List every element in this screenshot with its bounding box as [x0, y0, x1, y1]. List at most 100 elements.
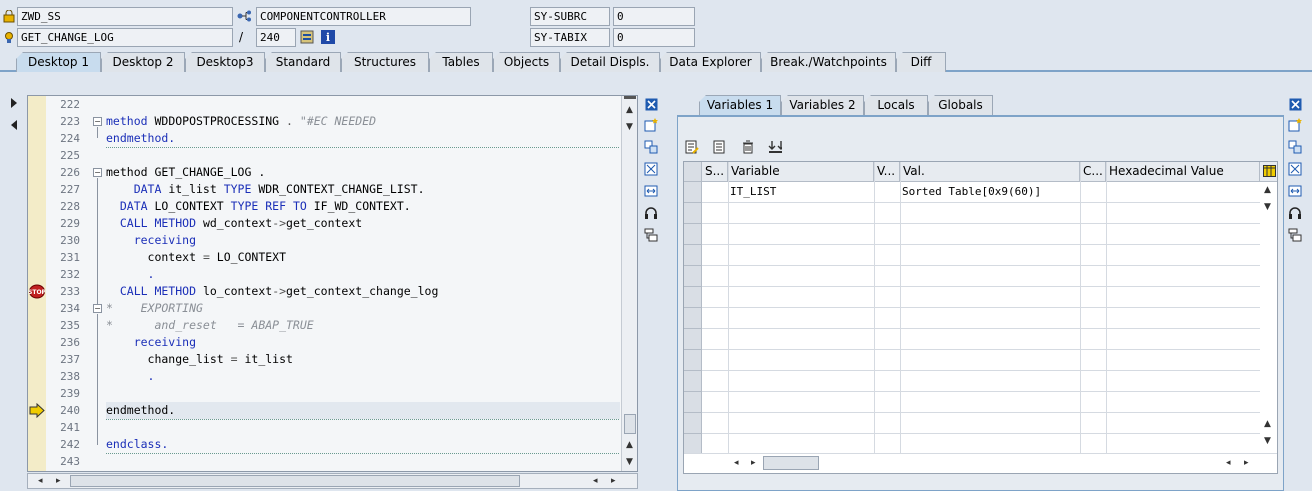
tab-structures[interactable]: Structures: [341, 52, 429, 72]
table-row[interactable]: [684, 224, 1277, 245]
column-header-s[interactable]: S...: [702, 162, 728, 182]
row-selector[interactable]: [684, 413, 702, 434]
headset-icon[interactable]: [644, 206, 658, 220]
method-field[interactable]: GET_CHANGE_LOG: [17, 28, 233, 47]
table-row[interactable]: [684, 266, 1277, 287]
scroll-down-arrow-icon[interactable]: ▼: [626, 123, 633, 132]
breakpoint-icon[interactable]: STOP: [28, 284, 47, 299]
table-row[interactable]: [684, 371, 1277, 392]
row-selector[interactable]: [684, 224, 702, 245]
tab-objects[interactable]: Objects: [493, 52, 560, 72]
swap-icon[interactable]: [1288, 140, 1302, 154]
scroll-left-arrow-icon[interactable]: ◂: [38, 477, 43, 486]
scroll-right-arrow-icon[interactable]: ▸: [751, 459, 756, 468]
maximize-icon[interactable]: [644, 162, 658, 176]
scroll-down-arrow-icon[interactable]: ▼: [1264, 203, 1271, 212]
info-icon[interactable]: i: [321, 30, 335, 44]
editor-hscroll-thumb[interactable]: [70, 475, 520, 487]
program-field[interactable]: ZWD_SS: [17, 7, 233, 26]
headset-icon[interactable]: [1288, 206, 1302, 220]
grid-hscroll-thumb[interactable]: [763, 456, 819, 470]
tab-locals[interactable]: Locals: [864, 95, 928, 115]
row-selector[interactable]: [684, 329, 702, 350]
scroll-right-arrow-icon[interactable]: ▸: [56, 477, 61, 486]
tab-variables-1[interactable]: Variables 1: [699, 95, 781, 115]
swap-icon[interactable]: [644, 140, 658, 154]
scroll-left-arrow-icon[interactable]: ◂: [1226, 459, 1231, 468]
tab-desktop-2[interactable]: Desktop 2: [101, 52, 185, 72]
full-width-icon[interactable]: [644, 184, 658, 198]
close-icon[interactable]: [1288, 97, 1302, 111]
tab-breakpoints-watchpoints[interactable]: Break./Watchpoints: [761, 52, 896, 72]
row-selector[interactable]: [684, 434, 702, 455]
row-selector[interactable]: [684, 245, 702, 266]
table-row[interactable]: [684, 392, 1277, 413]
row-selector[interactable]: [684, 287, 702, 308]
sysvar1-value[interactable]: 0: [613, 7, 695, 26]
table-row[interactable]: [684, 203, 1277, 224]
row-selector[interactable]: [684, 203, 702, 224]
source-code-editor[interactable]: 222 223 224 225 226 227 228 229 230 231 …: [27, 95, 638, 472]
sort-icon[interactable]: [768, 140, 782, 154]
column-header-value[interactable]: Val.: [900, 162, 1080, 182]
grid-vertical-scrollbar[interactable]: ▲ ▼ ▲ ▼: [1260, 182, 1277, 453]
tab-data-explorer[interactable]: Data Explorer: [660, 52, 761, 72]
fold-toggle[interactable]: −: [93, 168, 102, 177]
expand-right-icon[interactable]: [7, 96, 21, 110]
scroll-left-arrow-icon[interactable]: ◂: [593, 477, 598, 486]
tab-globals[interactable]: Globals: [928, 95, 993, 115]
cell-value[interactable]: Sorted Table[0x9(60)]: [900, 182, 1080, 203]
scroll-right-arrow-icon[interactable]: ▸: [611, 477, 616, 486]
close-icon[interactable]: [644, 97, 658, 111]
tab-tables[interactable]: Tables: [429, 52, 493, 72]
column-header-variable[interactable]: Variable: [728, 162, 874, 182]
layout-icon[interactable]: [1288, 228, 1302, 242]
scroll-right-arrow-icon[interactable]: ▸: [1244, 459, 1249, 468]
table-row[interactable]: [684, 413, 1277, 434]
tab-standard[interactable]: Standard: [265, 52, 341, 72]
row-selector[interactable]: [684, 182, 702, 203]
tab-detail-displs[interactable]: Detail Displs.: [560, 52, 660, 72]
tab-desktop-1[interactable]: Desktop 1: [16, 52, 101, 72]
row-selector-header[interactable]: [684, 162, 702, 182]
fold-toggle[interactable]: −: [93, 117, 102, 126]
scroll-down-arrow-icon[interactable]: ▼: [1264, 437, 1271, 446]
column-header-hexadecimal[interactable]: Hexadecimal Value: [1106, 162, 1260, 182]
delete-icon[interactable]: [741, 140, 755, 154]
cell-variable[interactable]: IT_LIST: [728, 182, 874, 203]
scroll-left-arrow-icon[interactable]: ◂: [734, 459, 739, 468]
include-field[interactable]: COMPONENTCONTROLLER: [256, 7, 471, 26]
tab-diff[interactable]: Diff: [896, 52, 946, 72]
column-settings-icon[interactable]: [1260, 162, 1277, 182]
column-header-v[interactable]: V...: [874, 162, 900, 182]
row-selector[interactable]: [684, 266, 702, 287]
table-row[interactable]: [684, 287, 1277, 308]
layout-icon[interactable]: [644, 228, 658, 242]
grid-horizontal-scrollbar[interactable]: ◂ ▸ ◂ ▸: [684, 453, 1277, 473]
editor-vertical-scrollbar[interactable]: ▲ ▼ ▲ ▼: [621, 96, 637, 471]
sysvar2-value[interactable]: 0: [613, 28, 695, 47]
column-header-c[interactable]: C...: [1080, 162, 1106, 182]
row-selector[interactable]: [684, 371, 702, 392]
scroll-up-arrow-icon[interactable]: ▲: [626, 106, 633, 115]
row-selector[interactable]: [684, 350, 702, 371]
tab-variables-2[interactable]: Variables 2: [781, 95, 864, 115]
editor-horizontal-scrollbar[interactable]: ◂ ▸ ◂ ▸: [27, 473, 638, 489]
row-selector[interactable]: [684, 392, 702, 413]
detail-icon[interactable]: [713, 140, 727, 154]
maximize-icon[interactable]: [1288, 162, 1302, 176]
change-icon[interactable]: [685, 140, 699, 154]
scroll-up-arrow-icon[interactable]: ▲: [1264, 420, 1271, 429]
full-width-icon[interactable]: [1288, 184, 1302, 198]
scroll-up-arrow-icon[interactable]: ▲: [626, 441, 633, 450]
table-row[interactable]: [684, 308, 1277, 329]
line-number-field[interactable]: 240: [256, 28, 296, 47]
tab-desktop3[interactable]: Desktop3: [185, 52, 265, 72]
table-row[interactable]: [684, 350, 1277, 371]
scroll-up-arrow-icon[interactable]: ▲: [1264, 186, 1271, 195]
fold-toggle[interactable]: −: [93, 304, 102, 313]
stack-icon[interactable]: [300, 30, 314, 44]
new-icon[interactable]: [1288, 118, 1302, 132]
scroll-down-arrow-icon[interactable]: ▼: [626, 458, 633, 467]
table-row[interactable]: [684, 329, 1277, 350]
